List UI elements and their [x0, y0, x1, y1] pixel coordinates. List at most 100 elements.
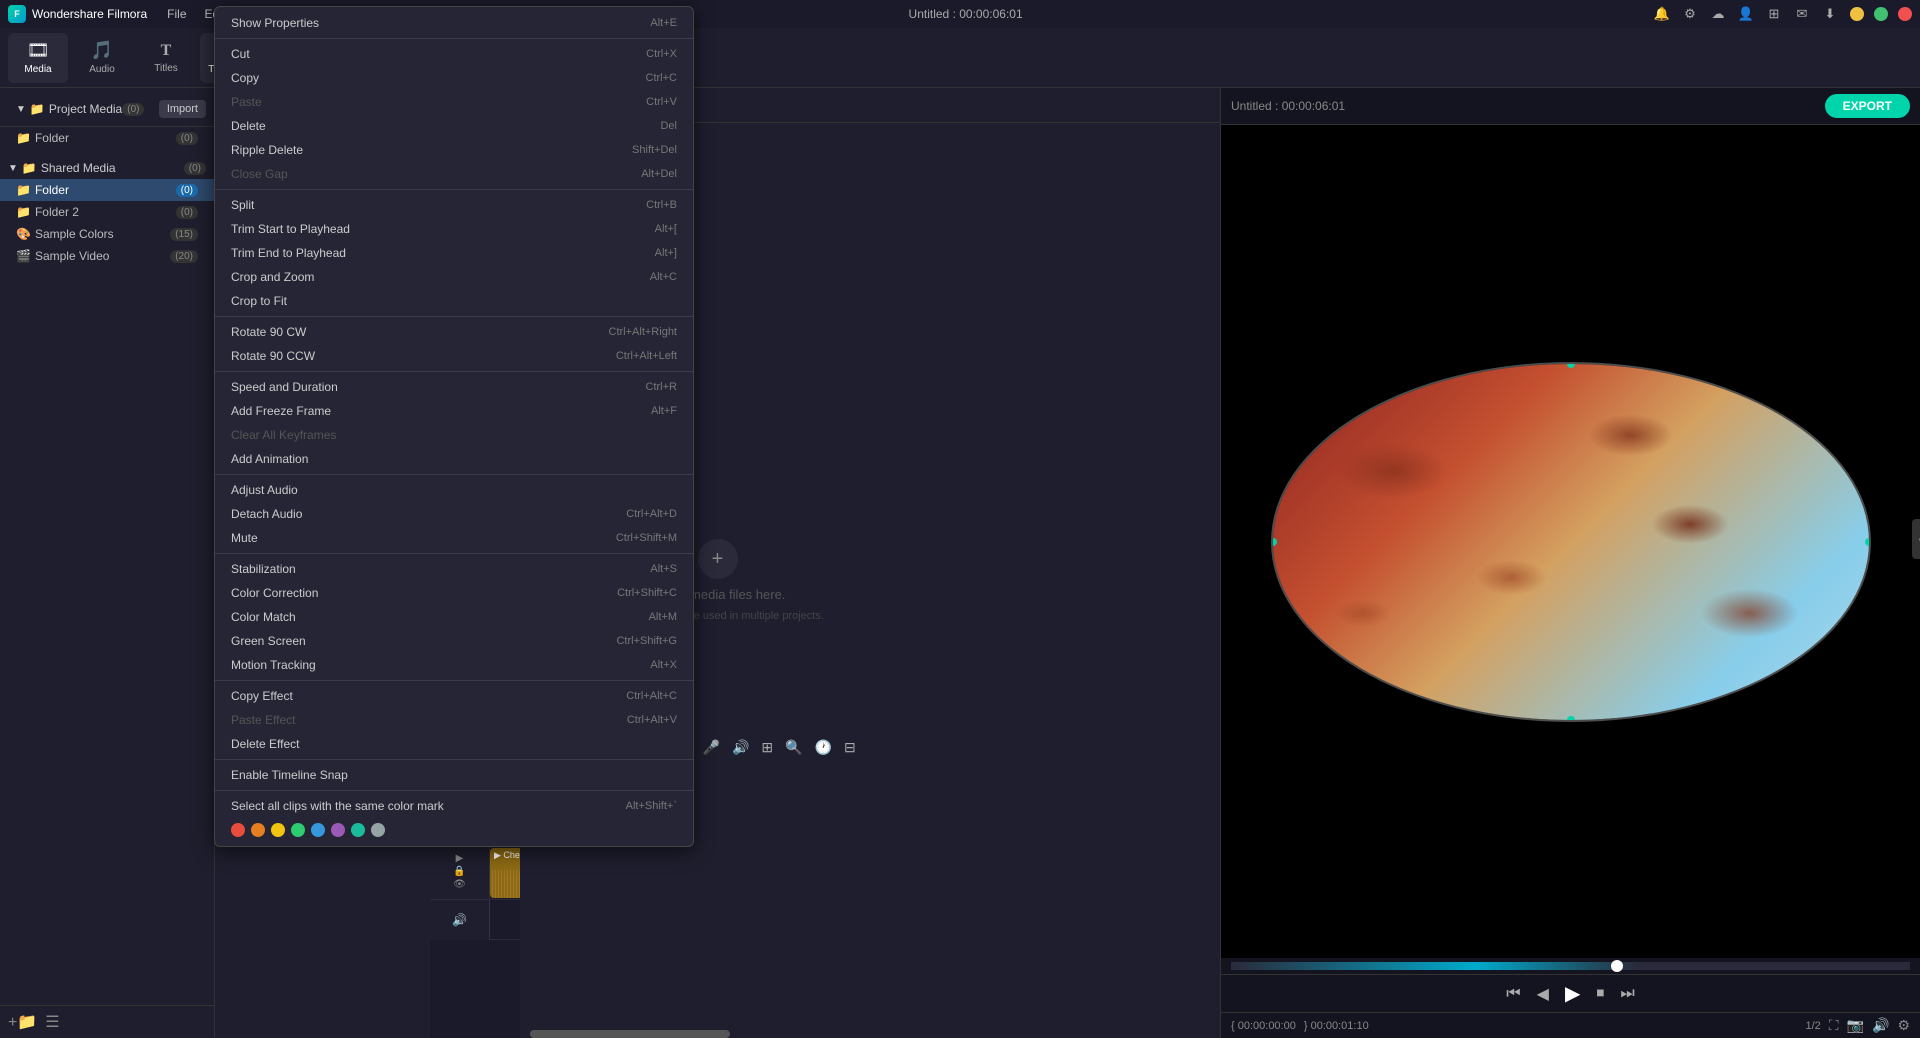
- menu-item-color-correction[interactable]: Color CorrectionCtrl+Shift+C: [215, 581, 693, 605]
- step-back-button[interactable]: ◀: [1537, 984, 1549, 1004]
- preview-timecode: Untitled : 00:00:06:01: [1231, 99, 1345, 113]
- color-dot-0[interactable]: [231, 823, 245, 837]
- menu-item-speed-and-duration[interactable]: Speed and DurationCtrl+R: [215, 375, 693, 399]
- menu-item-shortcut: Ctrl+Alt+Right: [609, 326, 677, 338]
- split-icon[interactable]: ⊞: [757, 737, 777, 758]
- close-button[interactable]: [1898, 7, 1912, 21]
- menu-item-detach-audio[interactable]: Detach AudioCtrl+Alt+D: [215, 502, 693, 526]
- color-dot-5[interactable]: [331, 823, 345, 837]
- menu-item-delete[interactable]: DeleteDel: [215, 114, 693, 138]
- project-media-toggle[interactable]: ▼ 📁 Project Media (0): [8, 98, 152, 120]
- menu-item-green-screen[interactable]: Green ScreenCtrl+Shift+G: [215, 629, 693, 653]
- timeline-clock-icon[interactable]: 🕐: [811, 737, 836, 758]
- person-icon[interactable]: 👤: [1736, 4, 1756, 24]
- play-button[interactable]: ▶: [1565, 981, 1580, 1006]
- menu-item-color-match[interactable]: Color MatchAlt+M: [215, 605, 693, 629]
- zoom-out-icon[interactable]: 🔍: [781, 737, 806, 758]
- toolbar-media[interactable]: 🎞 Media: [8, 33, 68, 83]
- notification-icon[interactable]: 🔔: [1652, 4, 1672, 24]
- menu-item-add-freeze-frame[interactable]: Add Freeze FrameAlt+F: [215, 399, 693, 423]
- menu-separator: [215, 474, 693, 475]
- color-dot-2[interactable]: [271, 823, 285, 837]
- menu-item-label: Add Animation: [231, 452, 677, 466]
- menu-item-shortcut: Ctrl+Alt+C: [626, 690, 677, 702]
- audio-btn[interactable]: 🔊: [728, 737, 753, 758]
- track-eye2-icon[interactable]: 👁: [453, 879, 466, 890]
- menu-item-cut[interactable]: CutCtrl+X: [215, 42, 693, 66]
- handle-tl[interactable]: [1271, 362, 1277, 368]
- menu-item-enable-timeline-snap[interactable]: Enable Timeline Snap: [215, 763, 693, 787]
- menu-item-crop-and-zoom[interactable]: Crop and ZoomAlt+C: [215, 265, 693, 289]
- preview-bottom-right: 1/2 ⛶ 📷 🔊 ⚙: [1805, 1017, 1910, 1034]
- track-audio-icon[interactable]: 🔊: [452, 913, 467, 927]
- menu-item-crop-to-fit[interactable]: Crop to Fit: [215, 289, 693, 313]
- menu-item-show-properties[interactable]: Show PropertiesAlt+E: [215, 11, 693, 35]
- handle-tr[interactable]: [1865, 362, 1871, 368]
- color-dot-1[interactable]: [251, 823, 265, 837]
- full-screen-icon[interactable]: ⛶: [1829, 1017, 1839, 1034]
- menu-item-copy-effect[interactable]: Copy EffectCtrl+Alt+C: [215, 684, 693, 708]
- menu-item-copy[interactable]: CopyCtrl+C: [215, 66, 693, 90]
- sidebar-item-sample-colors[interactable]: 🎨 Sample Colors (15): [0, 223, 214, 245]
- stop-button[interactable]: ⏹: [1596, 985, 1604, 1003]
- prev-frame-button[interactable]: ⏮: [1506, 985, 1520, 1003]
- handle-bl[interactable]: [1271, 716, 1277, 722]
- menu-item-rotate-90-ccw[interactable]: Rotate 90 CCWCtrl+Alt+Left: [215, 344, 693, 368]
- settings-icon[interactable]: ⚙: [1680, 4, 1700, 24]
- menu-item-mute[interactable]: MuteCtrl+Shift+M: [215, 526, 693, 550]
- track-lock2-icon[interactable]: 🔒: [453, 866, 465, 877]
- preview-bottom-left: { 00:00:00:00 } 00:00:01:10: [1231, 1020, 1369, 1032]
- scrollbar-thumb[interactable]: [530, 1030, 730, 1038]
- timeline-expand-icon[interactable]: ⊟: [840, 737, 860, 758]
- handle-bottom[interactable]: [1567, 716, 1575, 722]
- sidebar-item-folder2[interactable]: 📁 Folder 2 (0): [0, 201, 214, 223]
- mic-icon[interactable]: 🎤: [699, 737, 724, 758]
- menu-file[interactable]: File: [159, 5, 194, 23]
- menu-item-motion-tracking[interactable]: Motion TrackingAlt+X: [215, 653, 693, 677]
- export-button[interactable]: EXPORT: [1825, 94, 1910, 118]
- snapshot-icon[interactable]: 📷: [1847, 1017, 1864, 1034]
- shared-media-toggle[interactable]: ▼ 📁 Shared Media (0): [0, 157, 214, 179]
- add-media-icon[interactable]: +: [698, 539, 738, 579]
- list-view-icon[interactable]: ☰: [45, 1012, 59, 1032]
- sidebar-item-sample-video[interactable]: 🎬 Sample Video (20): [0, 245, 214, 267]
- preview-progress-bar[interactable]: [1231, 962, 1910, 970]
- settings2-icon[interactable]: ⚙: [1897, 1017, 1910, 1034]
- track-content-video2[interactable]: ▶ Cherry Blossom: [490, 844, 520, 899]
- menu-item-select-all-clips-with-the-same-color-mark[interactable]: Select all clips with the same color mar…: [215, 794, 693, 818]
- cloud-icon[interactable]: ☁: [1708, 4, 1728, 24]
- import-button[interactable]: Import: [159, 100, 206, 118]
- menu-item-split[interactable]: SplitCtrl+B: [215, 193, 693, 217]
- menu-item-add-animation[interactable]: Add Animation: [215, 447, 693, 471]
- color-dot-7[interactable]: [371, 823, 385, 837]
- menu-item-trim-end-to-playhead[interactable]: Trim End to PlayheadAlt+]: [215, 241, 693, 265]
- sidebar-item-folder-active[interactable]: 📁 Folder (0): [0, 179, 214, 201]
- maximize-button[interactable]: [1874, 7, 1888, 21]
- volume-icon[interactable]: 🔊: [1872, 1017, 1889, 1034]
- minimize-button[interactable]: [1850, 7, 1864, 21]
- next-frame-button[interactable]: ⏭: [1620, 985, 1634, 1003]
- sample-video-count: (20): [170, 250, 198, 263]
- menu-item-adjust-audio[interactable]: Adjust Audio: [215, 478, 693, 502]
- toolbar-titles[interactable]: T Titles: [136, 33, 196, 83]
- mail-icon[interactable]: ✉: [1792, 4, 1812, 24]
- preview-playhead[interactable]: [1611, 960, 1623, 972]
- color-dot-3[interactable]: [291, 823, 305, 837]
- menu-item-ripple-delete[interactable]: Ripple DeleteShift+Del: [215, 138, 693, 162]
- handle-br[interactable]: [1865, 716, 1871, 722]
- color-dot-6[interactable]: [351, 823, 365, 837]
- add-folder-icon[interactable]: +📁: [8, 1012, 37, 1032]
- download-icon[interactable]: ⬇: [1820, 4, 1840, 24]
- menu-item-label: Green Screen: [231, 634, 616, 648]
- layout-icon[interactable]: ⊞: [1764, 4, 1784, 24]
- toolbar-audio[interactable]: 🎵 Audio: [72, 33, 132, 83]
- menu-item-trim-start-to-playhead[interactable]: Trim Start to PlayheadAlt+[: [215, 217, 693, 241]
- sidebar-item-folder[interactable]: 📁 Folder (0): [0, 127, 214, 149]
- clip-cherry1[interactable]: ▶ Cherry Blossom: [490, 848, 520, 898]
- menu-item-delete-effect[interactable]: Delete Effect: [215, 732, 693, 756]
- menu-item-rotate-90-cw[interactable]: Rotate 90 CWCtrl+Alt+Right: [215, 320, 693, 344]
- handle-right[interactable]: [1865, 538, 1871, 546]
- menu-item-stabilization[interactable]: StabilizationAlt+S: [215, 557, 693, 581]
- color-dot-4[interactable]: [311, 823, 325, 837]
- preview-oval-inner: [1273, 364, 1869, 720]
